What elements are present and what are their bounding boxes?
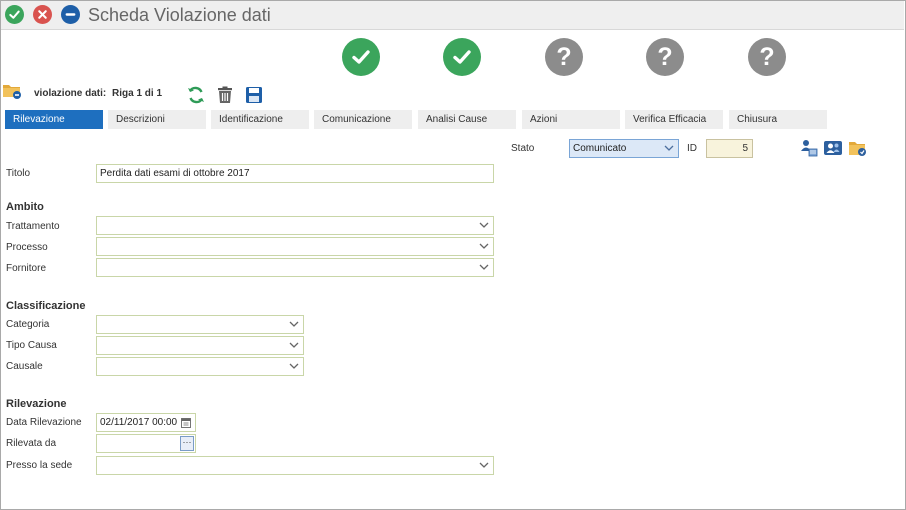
tab-rilevazione[interactable]: Rilevazione bbox=[5, 110, 103, 129]
trattamento-select[interactable] bbox=[96, 216, 494, 235]
chevron-down-icon bbox=[289, 342, 299, 348]
close-icon[interactable] bbox=[33, 5, 52, 24]
fornitore-select[interactable] bbox=[96, 258, 494, 277]
data-rilevazione-label: Data Rilevazione bbox=[6, 417, 82, 428]
trattamento-label: Trattamento bbox=[6, 221, 60, 232]
stato-select[interactable]: Comunicato bbox=[569, 139, 679, 158]
presso-sede-select[interactable] bbox=[96, 456, 494, 475]
chevron-down-icon bbox=[479, 243, 489, 249]
user-org-icon[interactable] bbox=[798, 138, 818, 158]
folder-attachment-icon[interactable] bbox=[848, 138, 868, 158]
data-rilevazione-value: 02/11/2017 00:00 bbox=[100, 417, 178, 428]
fornitore-label: Fornitore bbox=[6, 263, 47, 274]
contacts-icon[interactable] bbox=[823, 138, 843, 158]
tab-analisi-cause[interactable]: Analisi Cause bbox=[418, 110, 516, 129]
rilevata-da-input[interactable]: ··· bbox=[96, 434, 196, 453]
data-rilevazione-input[interactable]: 02/11/2017 00:00 bbox=[96, 413, 196, 432]
tab-comunicazione[interactable]: Comunicazione bbox=[314, 110, 412, 129]
categoria-label: Categoria bbox=[6, 319, 50, 330]
minimize-icon[interactable] bbox=[61, 5, 80, 24]
ambito-heading: Ambito bbox=[6, 201, 44, 213]
stato-value: Comunicato bbox=[573, 143, 627, 154]
chevron-down-icon bbox=[664, 145, 674, 151]
classificazione-heading: Classificazione bbox=[6, 300, 86, 312]
lookup-button[interactable]: ··· bbox=[180, 436, 194, 451]
rilevazione-heading: Rilevazione bbox=[6, 398, 67, 410]
presso-sede-label: Presso la sede bbox=[6, 460, 73, 471]
folder-icon[interactable] bbox=[2, 82, 22, 100]
id-label: ID bbox=[687, 143, 697, 154]
step-check-icon bbox=[443, 38, 481, 76]
processo-select[interactable] bbox=[96, 237, 494, 256]
step-question-icon: ? bbox=[748, 38, 786, 76]
rilevata-da-label: Rilevata da bbox=[6, 438, 57, 449]
chevron-down-icon bbox=[289, 363, 299, 369]
titolo-input[interactable]: Perdita dati esami di ottobre 2017 bbox=[96, 164, 494, 183]
tab-azioni[interactable]: Azioni bbox=[522, 110, 620, 129]
chevron-down-icon bbox=[479, 462, 489, 468]
tab-verifica-efficacia[interactable]: Verifica Efficacia bbox=[625, 110, 723, 129]
stato-label: Stato bbox=[511, 143, 535, 154]
step-question-icon: ? bbox=[646, 38, 684, 76]
categoria-select[interactable] bbox=[96, 315, 304, 334]
causale-select[interactable] bbox=[96, 357, 304, 376]
record-type-label: violazione dati: bbox=[34, 88, 107, 99]
processo-label: Processo bbox=[6, 242, 48, 253]
tipo-causa-select[interactable] bbox=[96, 336, 304, 355]
save-icon[interactable] bbox=[244, 85, 264, 105]
record-counter: Riga 1 di 1 bbox=[112, 88, 163, 99]
title-bar: Scheda Violazione dati bbox=[1, 1, 904, 30]
chevron-down-icon bbox=[479, 264, 489, 270]
chevron-down-icon bbox=[289, 321, 299, 327]
tab-identificazione[interactable]: Identificazione bbox=[211, 110, 309, 129]
tab-descrizioni[interactable]: Descrizioni bbox=[108, 110, 206, 129]
tab-chiusura[interactable]: Chiusura bbox=[729, 110, 827, 129]
window-title: Scheda Violazione dati bbox=[88, 5, 271, 25]
titolo-label: Titolo bbox=[6, 168, 31, 179]
calendar-icon[interactable] bbox=[181, 417, 191, 428]
step-check-icon bbox=[342, 38, 380, 76]
chevron-down-icon bbox=[479, 222, 489, 228]
tipo-causa-label: Tipo Causa bbox=[6, 340, 57, 351]
step-question-icon: ? bbox=[545, 38, 583, 76]
id-field: 5 bbox=[706, 139, 753, 158]
causale-label: Causale bbox=[6, 361, 43, 372]
confirm-icon[interactable] bbox=[5, 5, 24, 24]
refresh-icon[interactable] bbox=[186, 85, 206, 105]
delete-icon[interactable] bbox=[215, 85, 235, 105]
